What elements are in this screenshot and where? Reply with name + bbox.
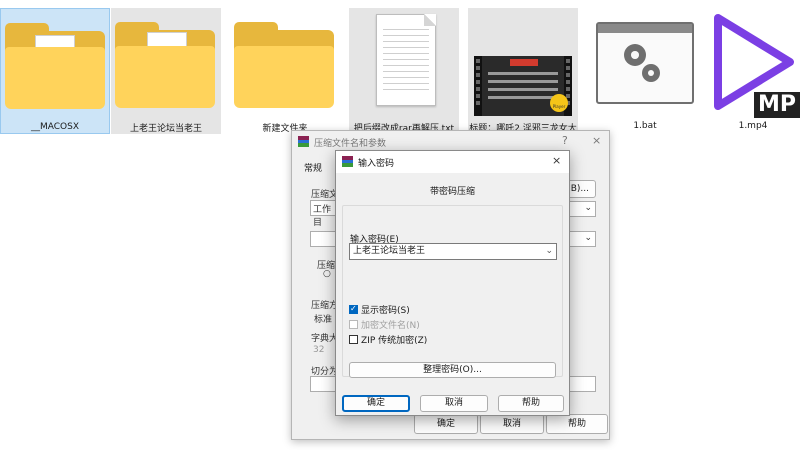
chevron-down-icon: ⌄ [584,203,592,213]
file-item-new-folder[interactable]: 新建文件夹 [230,8,340,134]
password-value: 上老王论坛当老王 [353,246,426,256]
mp4-badge: MP [754,92,800,118]
format-dropdown[interactable]: ⌄ [568,231,596,247]
archive-name-value: 工作目 [313,205,332,228]
ok-button[interactable]: 确定 [414,414,478,434]
show-password-checkbox[interactable]: 显示密码(S) [349,303,410,316]
file-name: 1.mp4 [738,121,768,131]
batch-file-icon [590,8,700,116]
file-item-bat[interactable]: 1.bat [590,8,700,134]
close-icon[interactable]: × [552,154,561,167]
folder-icon [111,8,221,116]
radio-icon[interactable]: ○ [323,269,331,279]
file-item-video-title[interactable]: Player 标题：哪吒2 淫邪三龙女大 [468,8,578,134]
zip-legacy-label: ZIP 传统加密(Z) [361,336,428,346]
help-button[interactable]: 帮助 [498,395,564,412]
file-item-mp4[interactable]: MP 1.mp4 [706,8,800,134]
split-volume-input[interactable] [310,376,338,392]
cancel-button[interactable]: 取消 [480,414,544,434]
chevron-down-icon: ⌄ [584,233,592,243]
password-groupbox [342,205,563,377]
video-thumbnail-icon: Player [468,8,578,116]
text-file-icon [349,8,459,116]
ok-button[interactable]: 确定 [342,395,410,412]
dialog-titlebar: 输入密码 × [336,151,569,173]
gear-icon [642,64,660,82]
winrar-icon [342,156,353,167]
video-file-icon: MP [706,8,800,118]
checkbox-checked-icon [349,304,358,314]
zip-legacy-encryption-checkbox[interactable]: ZIP 传统加密(Z) [349,333,427,346]
folder-icon [1,9,109,117]
dialog-title: 压缩文件名和参数 [314,139,387,149]
archive-name-label: 压缩文 [311,190,339,200]
dictionary-size-value: 32 [313,345,325,355]
checkbox-unchecked-icon [349,335,358,344]
dialog-heading: 带密码压缩 [429,187,475,197]
password-dialog: 输入密码 × 带密码压缩 输入密码(E) 上老王论坛当老王 ⌄ 显示密码(S) … [335,150,570,416]
organize-passwords-button[interactable]: 整理密码(O)... [349,362,556,378]
profile-dropdown[interactable]: ⌄ [568,201,596,217]
file-name: __MACOSX [30,122,79,132]
cancel-button[interactable]: 取消 [420,395,488,412]
file-list: __MACOSX 上老王论坛当老王 新建文件夹 把后缀改成rar再解压.txt … [0,0,800,135]
encrypt-filenames-checkbox[interactable]: 加密文件名(N) [349,318,420,331]
checkbox-unchecked-icon [349,320,358,329]
file-item-folder-laowang[interactable]: 上老王论坛当老王 [111,8,221,134]
folder-icon [230,8,340,116]
close-icon[interactable]: × [592,134,601,147]
split-unit-dropdown[interactable] [568,376,596,392]
file-name: 上老王论坛当老王 [129,124,202,134]
encrypt-filenames-label: 加密文件名(N) [361,321,420,331]
compression-method-label: 压缩方 [311,301,339,311]
winrar-icon [298,136,309,147]
help-button[interactable]: 帮助 [546,414,608,434]
dialog-title: 输入密码 [358,159,395,169]
compression-method-value: 标准 [314,315,333,325]
archive-name-input[interactable]: 工作目 [310,200,338,228]
file-item-macosx[interactable]: __MACOSX [0,8,110,134]
dictionary-size-label: 字典大 [311,334,339,344]
tab-general[interactable]: 常规 [304,161,322,174]
show-password-label: 显示密码(S) [361,306,410,316]
file-item-txt[interactable]: 把后缀改成rar再解压.txt [349,8,459,134]
help-icon[interactable]: ? [562,134,568,147]
chevron-down-icon[interactable]: ⌄ [545,244,553,259]
player-badge: Player [550,94,568,112]
password-input[interactable]: 上老王论坛当老王 ⌄ [349,243,557,260]
gear-icon [624,44,646,66]
update-mode-field[interactable] [310,231,338,247]
